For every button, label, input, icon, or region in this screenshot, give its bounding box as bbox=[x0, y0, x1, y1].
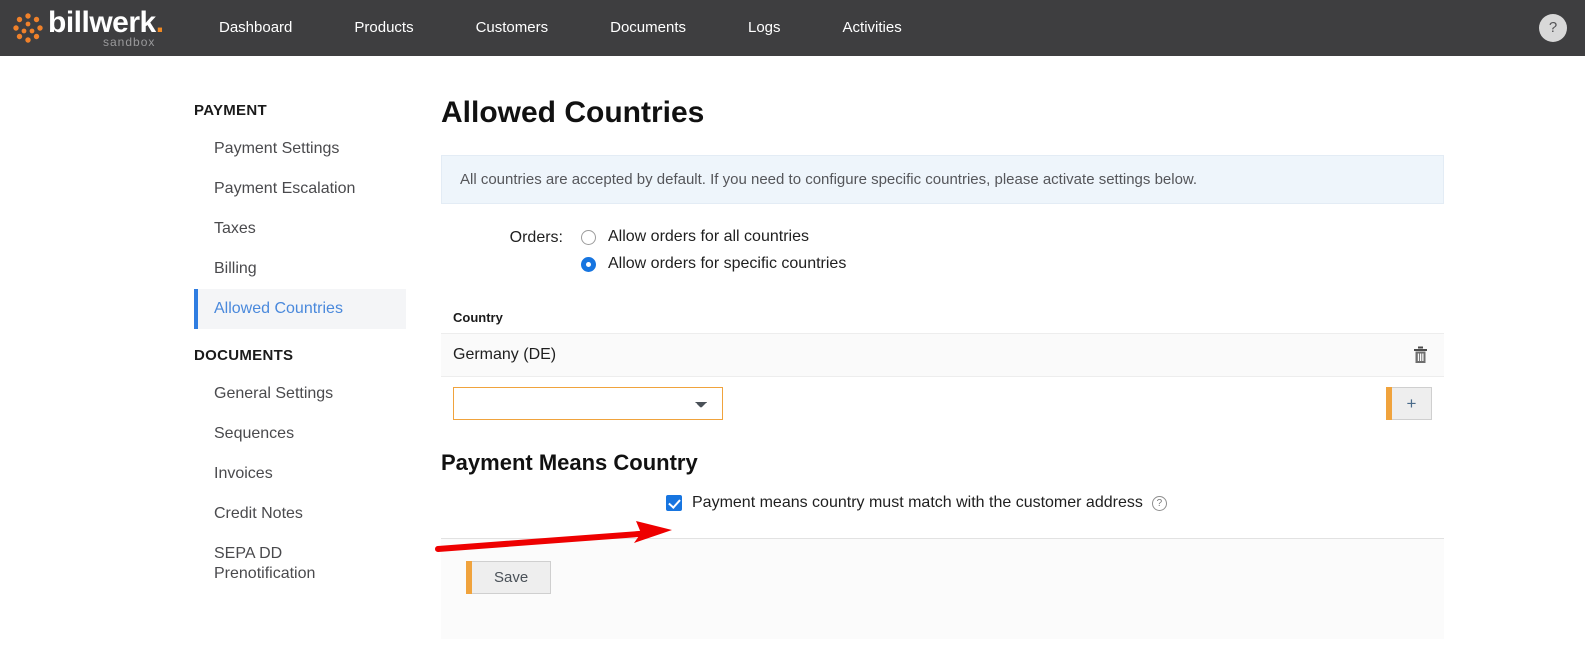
country-name-cell: Germany (DE) bbox=[453, 346, 557, 363]
radio-specific-countries-control[interactable] bbox=[581, 256, 596, 272]
top-navigation-bar: billwerk. sandbox Dashboard Products Cus… bbox=[0, 0, 1585, 56]
nav-item-documents[interactable]: Documents bbox=[579, 0, 717, 56]
sidebar-item-sequences[interactable]: Sequences bbox=[194, 414, 406, 454]
plus-icon: + bbox=[1406, 394, 1417, 413]
orders-label: Orders: bbox=[509, 229, 563, 246]
country-column-header: Country bbox=[453, 310, 503, 325]
sidebar-item-payment-settings[interactable]: Payment Settings bbox=[194, 129, 406, 169]
trash-icon[interactable] bbox=[1409, 346, 1432, 364]
help-icon[interactable]: ? bbox=[1539, 14, 1567, 42]
main-content: Allowed Countries All countries are acce… bbox=[441, 96, 1444, 639]
logo-environment-label: sandbox bbox=[103, 35, 156, 49]
add-country-button[interactable]: + bbox=[1386, 387, 1432, 420]
info-banner: All countries are accepted by default. I… bbox=[441, 155, 1444, 204]
table-row: Germany (DE) bbox=[441, 333, 1444, 377]
payment-means-checkbox-label: Payment means country must match with th… bbox=[692, 494, 1143, 511]
form-footer: Save bbox=[441, 539, 1444, 639]
payment-means-checkbox-row: Payment means country must match with th… bbox=[441, 494, 1444, 512]
nav-item-logs[interactable]: Logs bbox=[717, 0, 812, 56]
sidebar-item-general-settings[interactable]: General Settings bbox=[194, 374, 406, 414]
nav-item-products[interactable]: Products bbox=[323, 0, 444, 56]
billwerk-dots-icon bbox=[13, 13, 43, 43]
radio-all-countries-control[interactable] bbox=[581, 229, 596, 245]
sidebar-item-credit-notes[interactable]: Credit Notes bbox=[194, 494, 406, 534]
sidebar-item-taxes[interactable]: Taxes bbox=[194, 209, 406, 249]
main-nav: Dashboard Products Customers Documents L… bbox=[188, 0, 933, 56]
sidebar-item-billing[interactable]: Billing bbox=[194, 249, 406, 289]
radio-option-specific-countries[interactable]: Allow orders for specific countries bbox=[581, 255, 846, 273]
logo-dot: . bbox=[155, 6, 164, 39]
payment-means-section-title: Payment Means Country bbox=[441, 450, 698, 475]
orders-setting-row: Orders: Allow orders for all countries A… bbox=[441, 226, 1444, 282]
question-mark-icon[interactable]: ? bbox=[1151, 495, 1167, 511]
radio-option-all-countries[interactable]: Allow orders for all countries bbox=[581, 228, 846, 246]
sidebar-item-sepa-dd-prenotification[interactable]: SEPA DD Prenotification bbox=[194, 534, 315, 594]
settings-sidebar: PAYMENT Payment Settings Payment Escalat… bbox=[194, 96, 406, 594]
sidebar-group-payment-title: PAYMENT bbox=[194, 102, 267, 119]
country-select[interactable] bbox=[453, 387, 723, 420]
payment-means-checkbox[interactable] bbox=[666, 495, 682, 511]
nav-item-customers[interactable]: Customers bbox=[445, 0, 580, 56]
sidebar-item-payment-escalation[interactable]: Payment Escalation bbox=[194, 169, 406, 209]
sidebar-group-documents-title: DOCUMENTS bbox=[194, 347, 294, 364]
save-button[interactable]: Save bbox=[465, 561, 552, 594]
sidebar-item-allowed-countries[interactable]: Allowed Countries bbox=[194, 289, 406, 329]
radio-specific-countries-label: Allow orders for specific countries bbox=[608, 255, 847, 272]
nav-item-dashboard[interactable]: Dashboard bbox=[188, 0, 323, 56]
trash-icon-glyph bbox=[1414, 346, 1427, 363]
orders-radio-group: Allow orders for all countries Allow ord… bbox=[581, 226, 846, 282]
brand-logo[interactable]: billwerk. sandbox bbox=[0, 0, 170, 56]
sidebar-item-invoices[interactable]: Invoices bbox=[194, 454, 406, 494]
add-country-row: + bbox=[441, 377, 1444, 420]
nav-item-activities[interactable]: Activities bbox=[812, 0, 933, 56]
page-title: Allowed Countries bbox=[441, 96, 705, 129]
radio-all-countries-label: Allow orders for all countries bbox=[608, 228, 809, 245]
